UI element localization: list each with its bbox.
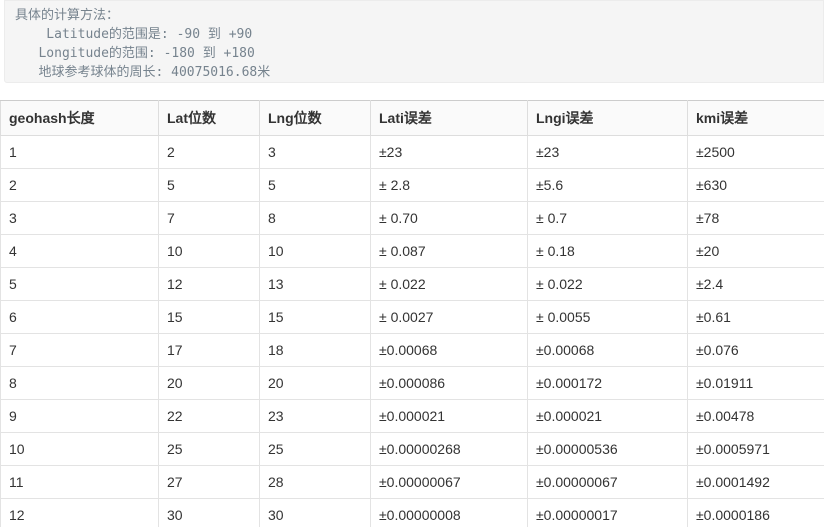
table-cell: 10 <box>260 235 371 268</box>
table-cell: 11 <box>1 466 159 499</box>
table-cell: ±0.00000067 <box>371 466 528 499</box>
table-cell: ±0.0005971 <box>688 433 824 466</box>
table-cell: 27 <box>159 466 260 499</box>
table-cell: 23 <box>260 400 371 433</box>
table-cell: 13 <box>260 268 371 301</box>
table-cell: ±23 <box>371 136 528 169</box>
table-cell: ±0.00068 <box>371 334 528 367</box>
table-row: 41010± 0.087± 0.18±20 <box>1 235 824 268</box>
table-cell: ±0.000021 <box>371 400 528 433</box>
table-cell: ± 0.0055 <box>528 301 688 334</box>
table-cell: 20 <box>159 367 260 400</box>
code-block: 具体的计算方法： Latitude的范围是: -90 到 +90 Longitu… <box>4 0 824 83</box>
table-row: 112728±0.00000067±0.00000067±0.0001492 <box>1 466 824 499</box>
column-header: Lngi误差 <box>528 101 688 136</box>
table-row: 123030±0.00000008±0.00000017±0.0000186 <box>1 499 824 527</box>
table-cell: ±0.00000017 <box>528 499 688 527</box>
table-cell: 8 <box>1 367 159 400</box>
table-cell: 5 <box>260 169 371 202</box>
table-header-row: geohash长度Lat位数Lng位数Lati误差Lngi误差kmi误差 <box>1 101 824 136</box>
geohash-precision-table: geohash长度Lat位数Lng位数Lati误差Lngi误差kmi误差 123… <box>0 100 824 527</box>
table-cell: ± 2.8 <box>371 169 528 202</box>
table-row: 61515± 0.0027± 0.0055±0.61 <box>1 301 824 334</box>
table-cell: 2 <box>1 169 159 202</box>
table-cell: 25 <box>159 433 260 466</box>
table-cell: 22 <box>159 400 260 433</box>
table-row: 92223±0.000021±0.000021±0.00478 <box>1 400 824 433</box>
column-header: kmi误差 <box>688 101 824 136</box>
table-cell: 17 <box>159 334 260 367</box>
table-cell: ±0.61 <box>688 301 824 334</box>
table-cell: ±630 <box>688 169 824 202</box>
table-cell: ±0.000021 <box>528 400 688 433</box>
table-cell: 10 <box>159 235 260 268</box>
table-cell: ±0.0001492 <box>688 466 824 499</box>
table-cell: 10 <box>1 433 159 466</box>
table-cell: ±0.000172 <box>528 367 688 400</box>
table-cell: 5 <box>159 169 260 202</box>
table-row: 102525±0.00000268±0.00000536±0.0005971 <box>1 433 824 466</box>
table-cell: 4 <box>1 235 159 268</box>
table-cell: 30 <box>260 499 371 527</box>
table-cell: 7 <box>159 202 260 235</box>
table-cell: 6 <box>1 301 159 334</box>
table-cell: 2 <box>159 136 260 169</box>
table-cell: ±0.00478 <box>688 400 824 433</box>
table-cell: 28 <box>260 466 371 499</box>
table-cell: 7 <box>1 334 159 367</box>
table-cell: 9 <box>1 400 159 433</box>
table-cell: ±0.00068 <box>528 334 688 367</box>
table-cell: ± 0.70 <box>371 202 528 235</box>
table-cell: ±2.4 <box>688 268 824 301</box>
table-cell: ±0.076 <box>688 334 824 367</box>
table-cell: ±23 <box>528 136 688 169</box>
table-cell: ±0.01911 <box>688 367 824 400</box>
table-row: 71718±0.00068±0.00068±0.076 <box>1 334 824 367</box>
table-cell: ± 0.0027 <box>371 301 528 334</box>
table-cell: 25 <box>260 433 371 466</box>
table-cell: 15 <box>260 301 371 334</box>
table-cell: ± 0.7 <box>528 202 688 235</box>
table-row: 378± 0.70± 0.7±78 <box>1 202 824 235</box>
table-cell: ±0.0000186 <box>688 499 824 527</box>
table-cell: 8 <box>260 202 371 235</box>
table-cell: ±0.00000067 <box>528 466 688 499</box>
table-cell: ±5.6 <box>528 169 688 202</box>
column-header: Lng位数 <box>260 101 371 136</box>
table-cell: ±78 <box>688 202 824 235</box>
table-cell: 1 <box>1 136 159 169</box>
table-cell: ± 0.087 <box>371 235 528 268</box>
table-row: 51213± 0.022± 0.022±2.4 <box>1 268 824 301</box>
column-header: geohash长度 <box>1 101 159 136</box>
table-cell: 5 <box>1 268 159 301</box>
table-cell: 15 <box>159 301 260 334</box>
table-cell: ±2500 <box>688 136 824 169</box>
table-cell: ± 0.022 <box>371 268 528 301</box>
table-cell: 20 <box>260 367 371 400</box>
table-cell: 30 <box>159 499 260 527</box>
table-cell: ±0.000086 <box>371 367 528 400</box>
table-cell: ±0.00000536 <box>528 433 688 466</box>
table-row: 82020±0.000086±0.000172±0.01911 <box>1 367 824 400</box>
geohash-precision-table-wrap: geohash长度Lat位数Lng位数Lati误差Lngi误差kmi误差 123… <box>0 100 824 527</box>
table-cell: 12 <box>159 268 260 301</box>
table-cell: 3 <box>1 202 159 235</box>
table-row: 123±23±23±2500 <box>1 136 824 169</box>
column-header: Lati误差 <box>371 101 528 136</box>
table-row: 255± 2.8±5.6±630 <box>1 169 824 202</box>
table-cell: ±0.00000008 <box>371 499 528 527</box>
table-cell: ±0.00000268 <box>371 433 528 466</box>
column-header: Lat位数 <box>159 101 260 136</box>
table-cell: 12 <box>1 499 159 527</box>
table-cell: ±20 <box>688 235 824 268</box>
table-cell: ± 0.18 <box>528 235 688 268</box>
table-cell: ± 0.022 <box>528 268 688 301</box>
table-cell: 18 <box>260 334 371 367</box>
table-cell: 3 <box>260 136 371 169</box>
